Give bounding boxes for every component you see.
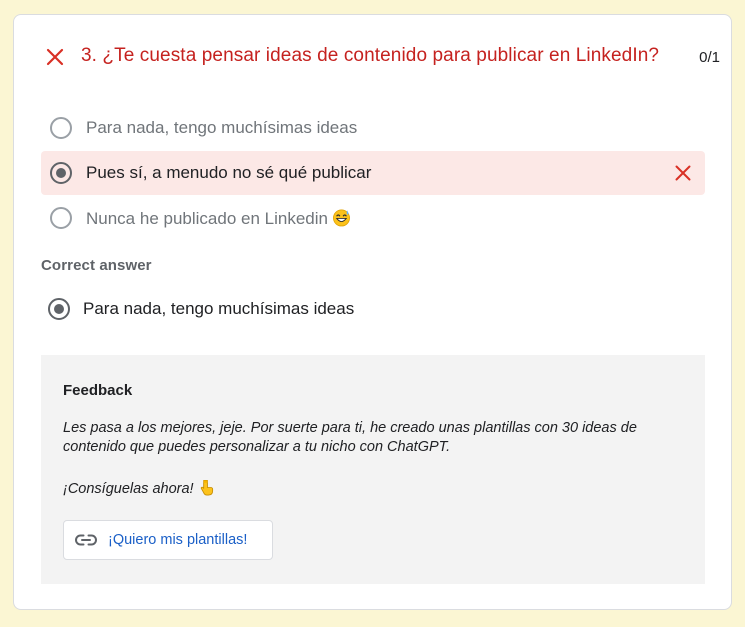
radio-button-checked[interactable] [50, 162, 72, 184]
question-title: 3. ¿Te cuesta pensar ideas de contenido … [81, 45, 660, 66]
radio-button-checked [48, 298, 70, 320]
option-label: Pues sí, a menudo no sé qué publicar [86, 163, 372, 182]
correct-answer-heading: Correct answer [41, 257, 152, 274]
templates-link-button[interactable]: ¡Quiero mis plantillas! [63, 520, 273, 560]
feedback-cta: ¡Consíguelas ahora! [63, 479, 215, 497]
feedback-cta-text: ¡Consíguelas ahora! [63, 481, 194, 497]
feedback-text: Les pasa a los mejores, jeje. Por suerte… [63, 420, 637, 455]
correct-answer-option: Para nada, tengo muchísimas ideas [41, 287, 705, 331]
close-icon [46, 48, 64, 66]
option-label: Nunca he publicado en Linkedin [86, 209, 328, 228]
option-label-wrapper: Nunca he publicado en Linkedin [86, 208, 351, 229]
option-2-selected-incorrect[interactable]: Pues sí, a menudo no sé qué publicar [41, 151, 705, 195]
question-card: 3. ¿Te cuesta pensar ideas de contenido … [13, 14, 732, 610]
templates-link-label: ¡Quiero mis plantillas! [108, 532, 248, 548]
radio-button[interactable] [50, 117, 72, 139]
question-score: 0/1 [699, 49, 720, 66]
option-3[interactable]: Nunca he publicado en Linkedin [41, 196, 705, 240]
question-header: 3. ¿Te cuesta pensar ideas de contenido … [42, 43, 720, 71]
pointing-down-emoji [200, 479, 213, 496]
incorrect-icon [675, 165, 691, 181]
feedback-panel: Feedback Les pasa a los mejores, jeje. P… [41, 355, 705, 584]
option-label: Para nada, tengo muchísimas ideas [86, 118, 358, 137]
grinning-sweat-emoji [333, 209, 350, 227]
radio-button[interactable] [50, 207, 72, 229]
feedback-title: Feedback [63, 382, 133, 399]
option-1[interactable]: Para nada, tengo muchísimas ideas [41, 106, 705, 150]
correct-answer-label: Para nada, tengo muchísimas ideas [83, 299, 355, 318]
link-icon [75, 534, 97, 546]
